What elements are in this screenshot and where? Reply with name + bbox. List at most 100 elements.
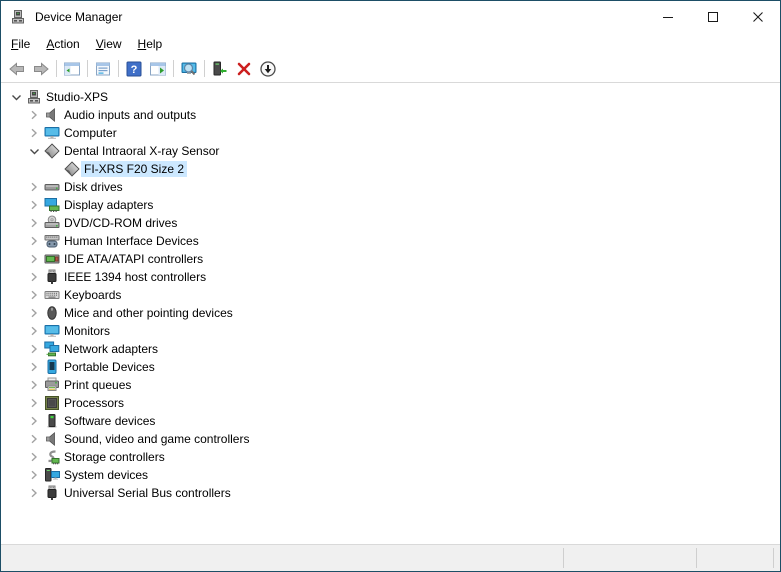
- disable-device-button[interactable]: [256, 57, 280, 81]
- title-bar: Device Manager: [1, 1, 780, 32]
- tree-item-keyboards[interactable]: Keyboards: [1, 286, 780, 304]
- tree-item-computer[interactable]: Computer: [1, 124, 780, 142]
- printer-icon: [43, 377, 61, 393]
- status-bar: [1, 544, 780, 571]
- chevron-right-icon[interactable]: [25, 430, 43, 448]
- tree-item-label: IEEE 1394 host controllers: [61, 269, 209, 285]
- chevron-right-icon[interactable]: [25, 412, 43, 430]
- tree-item-studio-xps[interactable]: Studio-XPS: [1, 88, 780, 106]
- tree-item-system-devices[interactable]: System devices: [1, 466, 780, 484]
- menu-action[interactable]: Action: [38, 34, 87, 54]
- tree-item-usb-controllers[interactable]: Universal Serial Bus controllers: [1, 484, 780, 502]
- storage-controller-icon: [43, 449, 61, 465]
- speaker-icon: [43, 107, 61, 123]
- chevron-right-icon[interactable]: [25, 304, 43, 322]
- chevron-right-icon[interactable]: [25, 232, 43, 250]
- menu-bar: File Action View Help: [1, 32, 780, 55]
- disk-drive-icon: [43, 179, 61, 195]
- uninstall-device-button[interactable]: [232, 57, 256, 81]
- tree-item-hid[interactable]: Human Interface Devices: [1, 232, 780, 250]
- tree-item-monitors[interactable]: Monitors: [1, 322, 780, 340]
- tree-item-label: Print queues: [61, 377, 134, 393]
- help-button[interactable]: ?: [122, 57, 146, 81]
- tree-item-print-queues[interactable]: Print queues: [1, 376, 780, 394]
- chevron-right-icon[interactable]: [25, 484, 43, 502]
- chevron-right-icon[interactable]: [25, 214, 43, 232]
- menu-help[interactable]: Help: [130, 34, 171, 54]
- tree-item-label: DVD/CD-ROM drives: [61, 215, 180, 231]
- forward-icon: [32, 60, 50, 78]
- tree-item-audio-inputs[interactable]: Audio inputs and outputs: [1, 106, 780, 124]
- properties-icon: [94, 60, 112, 78]
- tree-item-portable-devices[interactable]: Portable Devices: [1, 358, 780, 376]
- tree-item-dental-xray-sensor[interactable]: Dental Intraoral X-ray Sensor: [1, 142, 780, 160]
- chevron-right-icon[interactable]: [25, 124, 43, 142]
- properties-button[interactable]: [91, 57, 115, 81]
- device-manager-app-icon: [10, 9, 26, 25]
- update-driver-icon: [211, 60, 229, 78]
- maximize-icon: [708, 12, 718, 22]
- tree-item-label: Display adapters: [61, 197, 156, 213]
- show-console-tree-icon: [63, 60, 81, 78]
- tree-item-label: System devices: [61, 467, 151, 483]
- cpu-icon: [43, 395, 61, 411]
- chevron-right-icon[interactable]: [25, 466, 43, 484]
- tree-item-label: Human Interface Devices: [61, 233, 202, 249]
- chevron-right-icon[interactable]: [25, 322, 43, 340]
- display-adapter-icon: [43, 197, 61, 213]
- back-button[interactable]: [5, 57, 29, 81]
- chevron-right-icon[interactable]: [25, 106, 43, 124]
- tree-item-ieee1394[interactable]: IEEE 1394 host controllers: [1, 268, 780, 286]
- chevron-right-icon[interactable]: [25, 286, 43, 304]
- keyboard-icon: [43, 287, 61, 303]
- device-tree: Studio-XPS Audio inputs and outputs Comp…: [1, 83, 780, 544]
- hid-icon: [43, 233, 61, 249]
- tree-item-fi-xrs-f20[interactable]: FI-XRS F20 Size 2: [1, 160, 780, 178]
- tree-item-ide-controllers[interactable]: IDE ATA/ATAPI controllers: [1, 250, 780, 268]
- show-console-tree-button[interactable]: [60, 57, 84, 81]
- tree-item-display-adapters[interactable]: Display adapters: [1, 196, 780, 214]
- maximize-button[interactable]: [690, 1, 735, 32]
- chevron-right-icon[interactable]: [25, 340, 43, 358]
- scan-hardware-changes-button[interactable]: [177, 57, 201, 81]
- tree-item-storage-controllers[interactable]: Storage controllers: [1, 448, 780, 466]
- chevron-down-icon[interactable]: [25, 142, 43, 160]
- tree-item-label: Universal Serial Bus controllers: [61, 485, 234, 501]
- chevron-right-icon[interactable]: [25, 250, 43, 268]
- tree-item-sound-video-game[interactable]: Sound, video and game controllers: [1, 430, 780, 448]
- menu-file[interactable]: File: [3, 34, 38, 54]
- close-button[interactable]: [735, 1, 780, 32]
- tree-item-label: Computer: [61, 125, 120, 141]
- chevron-right-icon[interactable]: [25, 448, 43, 466]
- chevron-right-icon[interactable]: [25, 376, 43, 394]
- minimize-icon: [663, 12, 673, 22]
- scan-hardware-changes-icon: [180, 60, 198, 78]
- tree-item-label: Audio inputs and outputs: [61, 107, 199, 123]
- show-action-pane-button[interactable]: [146, 57, 170, 81]
- chevron-right-icon[interactable]: [25, 268, 43, 286]
- diamond-icon: [43, 143, 61, 159]
- tree-item-label: Studio-XPS: [43, 89, 111, 105]
- chevron-right-icon[interactable]: [25, 178, 43, 196]
- back-icon: [8, 60, 26, 78]
- chevron-right-icon[interactable]: [25, 394, 43, 412]
- tree-item-processors[interactable]: Processors: [1, 394, 780, 412]
- minimize-button[interactable]: [645, 1, 690, 32]
- diamond-icon: [63, 161, 81, 177]
- update-driver-button[interactable]: [208, 57, 232, 81]
- tree-item-label: Processors: [61, 395, 127, 411]
- computer-pc-icon: [25, 89, 43, 105]
- chevron-right-icon[interactable]: [25, 358, 43, 376]
- menu-view[interactable]: View: [88, 34, 130, 54]
- forward-button[interactable]: [29, 57, 53, 81]
- tree-item-network-adapters[interactable]: Network adapters: [1, 340, 780, 358]
- tree-item-label: Dental Intraoral X-ray Sensor: [61, 143, 222, 159]
- chevron-right-icon[interactable]: [25, 196, 43, 214]
- tree-item-software-devices[interactable]: Software devices: [1, 412, 780, 430]
- tree-item-dvd-cdrom[interactable]: DVD/CD-ROM drives: [1, 214, 780, 232]
- statusbar-separator: [696, 548, 697, 568]
- dvd-drive-icon: [43, 215, 61, 231]
- tree-item-mice[interactable]: Mice and other pointing devices: [1, 304, 780, 322]
- tree-item-disk-drives[interactable]: Disk drives: [1, 178, 780, 196]
- chevron-down-icon[interactable]: [7, 88, 25, 106]
